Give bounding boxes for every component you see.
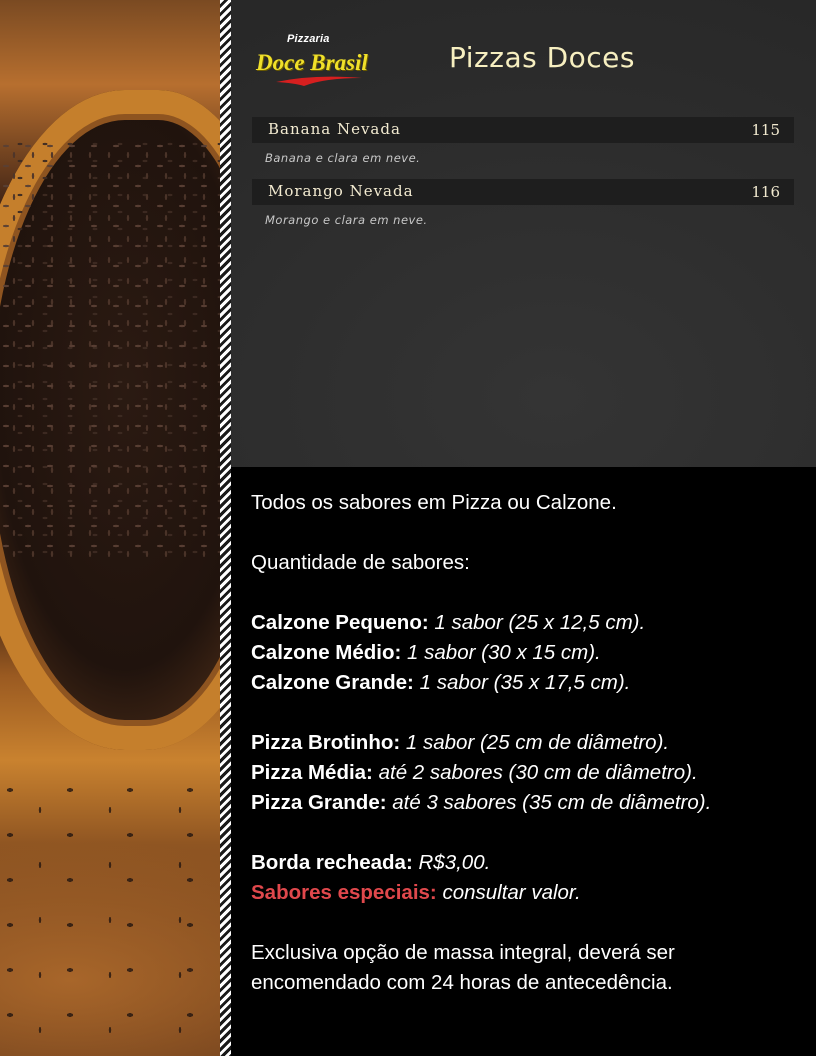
size-value: até 3 sabores (35 cm de diâmetro). [392,791,712,814]
size-value: 1 sabor (30 x 15 cm). [407,641,601,664]
menu-item-banana-nevada: Banana Nevada 115 [252,117,794,143]
size-label: Calzone Pequeno: [251,611,429,634]
border-value: R$3,00. [418,851,491,874]
quantity-heading: Quantidade de sabores: [251,551,470,574]
size-value: 1 sabor (35 x 17,5 cm). [419,671,631,694]
size-line-pizza-brotinho: Pizza Brotinho: 1 sabor (25 cm de diâmet… [251,728,796,758]
size-label: Calzone Grande: [251,671,414,694]
scattered-sprinkles [0,780,220,1056]
menu-item-code: 115 [751,121,780,139]
size-value: até 2 sabores (30 cm de diâmetro). [378,761,698,784]
size-line-pizza-grande: Pizza Grande: até 3 sabores (35 cm de di… [251,788,796,818]
striped-divider [220,0,231,1056]
intro-text: Todos os sabores em Pizza ou Calzone. [251,491,617,514]
border-label: Borda recheada: [251,851,413,874]
menu-item-code: 116 [751,183,780,201]
size-label: Pizza Brotinho: [251,731,401,754]
size-line-calzone-grande: Calzone Grande: 1 sabor (35 x 17,5 cm). [251,668,796,698]
special-label: Sabores especiais: [251,881,437,904]
info-block: Todos os sabores em Pizza ou Calzone. Qu… [251,488,796,998]
chocolate-sprinkles [0,140,220,560]
special-value: consultar valor. [442,881,581,904]
size-line-pizza-media: Pizza Média: até 2 sabores (30 cm de diâ… [251,758,796,788]
menu-item-name: Banana Nevada [268,120,401,138]
pizzaria-logo: Pizzaria Doce Brasil [254,32,372,90]
border-price-line: Borda recheada: R$3,00. [251,848,796,878]
menu-item-description: Morango e clara em neve. [265,213,428,227]
menu-item-morango-nevada: Morango Nevada 116 [252,179,794,205]
special-flavors-line: Sabores especiais: consultar valor. [251,878,796,908]
integral-note-line-2: encomendado com 24 horas de antecedência… [251,971,673,994]
size-line-calzone-medio: Calzone Médio: 1 sabor (30 x 15 cm). [251,638,796,668]
integral-note-line-1: Exclusiva opção de massa integral, dever… [251,941,675,964]
size-label: Pizza Grande: [251,791,387,814]
size-value: 1 sabor (25 cm de diâmetro). [405,731,670,754]
logo-swoosh-icon [276,76,362,86]
logo-top-text: Pizzaria [287,33,330,45]
size-value: 1 sabor (25 x 12,5 cm). [434,611,646,634]
size-label: Calzone Médio: [251,641,402,664]
menu-item-name: Morango Nevada [268,182,414,200]
size-line-calzone-pequeno: Calzone Pequeno: 1 sabor (25 x 12,5 cm). [251,608,796,638]
chocolate-pizza-photo [0,0,220,1056]
page-title: Pizzas Doces [449,41,635,74]
menu-item-description: Banana e clara em neve. [265,151,421,165]
size-label: Pizza Média: [251,761,373,784]
